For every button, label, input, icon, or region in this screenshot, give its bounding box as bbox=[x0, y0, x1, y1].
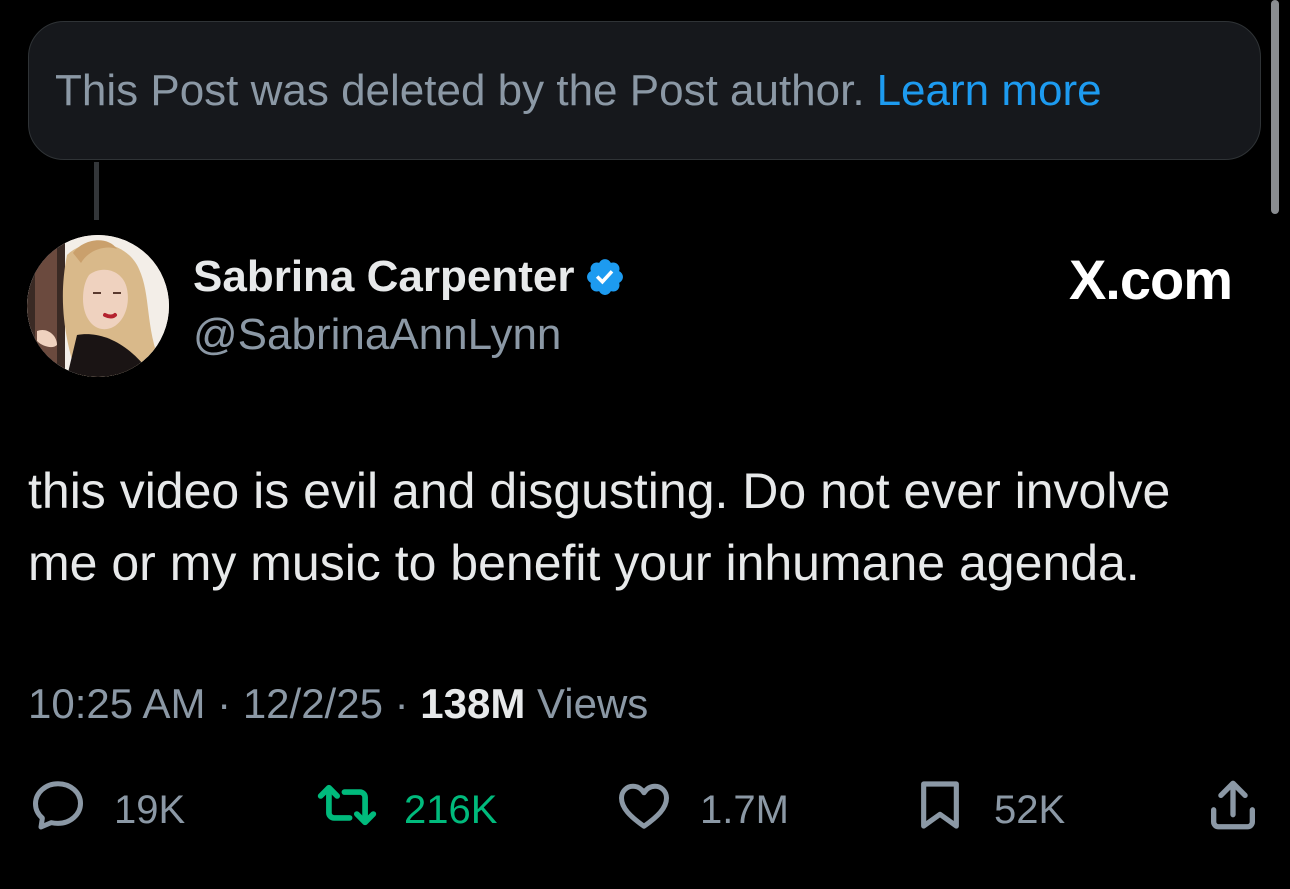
action-bar: 19K 216K 1.7M 52K bbox=[0, 778, 1290, 842]
learn-more-link[interactable]: Learn more bbox=[877, 66, 1102, 116]
bookmark-button[interactable]: 52K bbox=[912, 778, 1065, 842]
like-button[interactable]: 1.7M bbox=[614, 778, 789, 842]
avatar[interactable] bbox=[27, 235, 169, 377]
share-button[interactable] bbox=[1204, 778, 1262, 842]
post-date[interactable]: 12/2/25 bbox=[243, 680, 383, 727]
author-name-row[interactable]: Sabrina Carpenter bbox=[193, 249, 626, 305]
author-handle[interactable]: @SabrinaAnnLynn bbox=[193, 310, 561, 360]
repost-button[interactable]: 216K bbox=[316, 778, 497, 842]
verified-badge-icon[interactable] bbox=[584, 256, 626, 298]
post-text-line: this video is evil and disgusting. Do no… bbox=[28, 463, 1171, 519]
scrollbar[interactable] bbox=[1271, 0, 1279, 214]
views-count[interactable]: 138M bbox=[420, 680, 525, 727]
heart-icon bbox=[614, 775, 674, 845]
post-time[interactable]: 10:25 AM bbox=[28, 680, 205, 727]
reply-button[interactable]: 19K bbox=[28, 778, 185, 842]
post-text-line: me or my music to benefit your inhumane … bbox=[28, 535, 1140, 591]
x-com-watermark: X.com bbox=[1068, 248, 1233, 311]
bookmark-icon bbox=[912, 775, 968, 845]
views-label: Views bbox=[537, 680, 649, 727]
meta-separator: · bbox=[394, 680, 409, 727]
repost-icon bbox=[316, 774, 378, 846]
reply-count: 19K bbox=[114, 787, 186, 832]
author-display-name[interactable]: Sabrina Carpenter bbox=[193, 252, 574, 302]
repost-count: 216K bbox=[404, 787, 498, 832]
share-icon bbox=[1204, 775, 1262, 845]
deleted-notice-text: This Post was deleted by the Post author… bbox=[55, 65, 865, 115]
reply-icon bbox=[28, 775, 88, 845]
thread-connector-line bbox=[94, 162, 99, 220]
post-body: this video is evil and disgusting. Do no… bbox=[28, 455, 1268, 599]
deleted-post-banner: This Post was deleted by the Post author… bbox=[28, 21, 1261, 160]
bookmark-count: 52K bbox=[994, 787, 1066, 832]
meta-separator: · bbox=[217, 680, 232, 727]
like-count: 1.7M bbox=[700, 787, 789, 832]
post-metadata: 10:25 AM · 12/2/25 · 138M Views bbox=[28, 680, 648, 728]
